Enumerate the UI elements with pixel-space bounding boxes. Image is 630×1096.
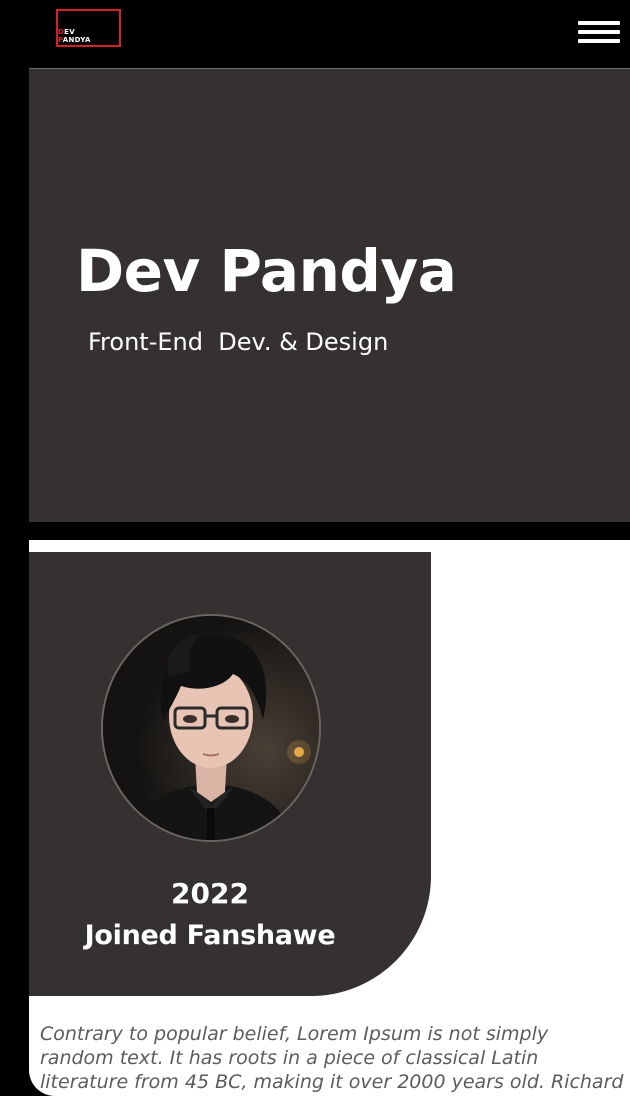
hamburger-menu-icon[interactable]: [574, 18, 622, 46]
avatar-portrait: [103, 616, 319, 840]
about-line-1: Contrary to popular belief, Lorem Ipsum …: [40, 1023, 549, 1045]
logo-line2-rest: ANDYA: [62, 36, 91, 44]
milestone-card: 2022 Joined Fanshawe: [29, 552, 431, 996]
avatar: [101, 614, 321, 842]
about-line-2: random text. It has roots in a piece of …: [40, 1047, 539, 1069]
about-paragraph: Contrary to popular belief, Lorem Ipsum …: [40, 1022, 630, 1094]
page: DEV PANDYA Dev Pandya Front-End Dev. & D…: [0, 0, 630, 1096]
hero-subtitle: Front-End Dev. & Design: [88, 328, 389, 356]
menu-bar-top: [578, 21, 620, 25]
hero-section: Dev Pandya Front-End Dev. & Design: [29, 68, 630, 522]
milestone-title: Joined Fanshawe: [84, 920, 336, 951]
menu-bar-middle: [578, 30, 620, 34]
hero-title: Dev Pandya: [76, 237, 457, 305]
top-bar: DEV PANDYA: [0, 0, 630, 68]
logo-line1-rest: EV: [64, 28, 75, 36]
about-section: 2022 Joined Fanshawe Contrary to popular…: [29, 540, 630, 1096]
menu-bar-bottom: [578, 39, 620, 43]
site-logo[interactable]: DEV PANDYA: [56, 9, 121, 47]
milestone-year: 2022: [171, 877, 249, 910]
logo-text: DEV PANDYA: [58, 28, 91, 44]
about-line-3: literature from 45 BC, making it over 20…: [40, 1071, 624, 1093]
